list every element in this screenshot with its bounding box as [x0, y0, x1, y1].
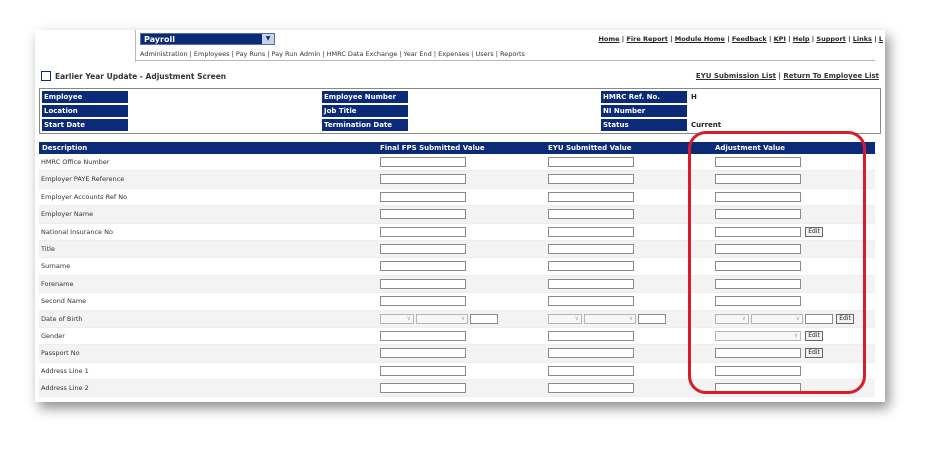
- module-select-value: Payroll: [144, 35, 175, 44]
- final-fps-input[interactable]: [380, 174, 466, 185]
- menu-item-users[interactable]: Users: [475, 50, 493, 58]
- return-to-employee-list-link[interactable]: Return To Employee List: [783, 72, 879, 80]
- dob-year-input[interactable]: [470, 313, 498, 324]
- header-eyu-submitted: EYU Submitted Value: [548, 144, 632, 152]
- title-links: EYU Submission List | Return To Employee…: [696, 72, 879, 80]
- header-final-fps: Final FPS Submitted Value: [380, 144, 485, 152]
- eyu-input[interactable]: [548, 330, 634, 341]
- main-menu: Administration | Employees | Pay Runs | …: [140, 50, 525, 58]
- dob-day-select[interactable]: ∨: [380, 313, 414, 324]
- row-label: Second Name: [41, 297, 87, 306]
- top-link-fire-report[interactable]: Fire Report: [626, 35, 667, 43]
- row-label: Passport No: [41, 349, 80, 358]
- final-fps-input[interactable]: [380, 296, 466, 307]
- dob-year-input[interactable]: [638, 313, 666, 324]
- chevron-down-icon: ∨: [574, 314, 579, 322]
- dob-month-select[interactable]: ∨: [416, 313, 468, 324]
- eyu-input[interactable]: [548, 209, 634, 220]
- final-fps-input[interactable]: [380, 348, 466, 359]
- menu-item-administration[interactable]: Administration: [140, 50, 188, 58]
- final-fps-input[interactable]: [380, 330, 466, 341]
- eyu-input[interactable]: [548, 191, 634, 202]
- eyu-input[interactable]: [548, 365, 634, 376]
- value-status: Current: [691, 121, 722, 129]
- dob-month-select[interactable]: ∨: [584, 313, 636, 324]
- label-status: Status: [601, 119, 687, 131]
- checkbox-icon[interactable]: [41, 71, 51, 81]
- row-label: Employer Accounts Ref No: [41, 192, 128, 201]
- row-label: National Insurance No: [41, 227, 113, 236]
- menu-item-reports[interactable]: Reports: [500, 50, 525, 58]
- page-title-text: Earlier Year Update - Adjustment Screen: [55, 72, 227, 81]
- eyu-input[interactable]: [548, 348, 634, 359]
- label-employee-number: Employee Number: [322, 91, 408, 103]
- menu-item-year-end[interactable]: Year End: [404, 50, 432, 58]
- top-link-truncated[interactable]: L: [879, 35, 883, 43]
- menu-item-expenses[interactable]: Expenses: [438, 50, 469, 58]
- final-fps-input[interactable]: [380, 243, 466, 254]
- eyu-input[interactable]: [548, 383, 634, 394]
- eyu-input[interactable]: [548, 157, 634, 167]
- menu-item-employees[interactable]: Employees: [194, 50, 230, 58]
- top-link-module-home[interactable]: Module Home: [675, 35, 725, 43]
- label-termination-date: Termination Date: [322, 119, 408, 131]
- final-fps-input[interactable]: [380, 226, 466, 237]
- final-fps-input[interactable]: [380, 383, 466, 394]
- label-ni-number: NI Number: [601, 105, 687, 117]
- label-start-date: Start Date: [42, 119, 128, 131]
- row-label: Address Line 2: [41, 384, 89, 393]
- adjustment-column-highlight: [688, 131, 866, 394]
- page-title: Earlier Year Update - Adjustment Screen: [41, 71, 226, 81]
- label-job-title: Job Title: [322, 105, 408, 117]
- final-fps-input[interactable]: [380, 209, 466, 220]
- menu-divider: [135, 60, 875, 61]
- menu-item-pay-run-admin[interactable]: Pay Run Admin: [272, 50, 321, 58]
- top-link-feedback[interactable]: Feedback: [732, 35, 767, 43]
- eyu-submission-list-link[interactable]: EYU Submission List: [696, 72, 776, 80]
- module-select[interactable]: Payroll ▼: [140, 33, 275, 45]
- chevron-down-icon: ∨: [406, 314, 411, 322]
- row-label: Employer PAYE Reference: [41, 175, 125, 184]
- header-divider: [135, 30, 136, 62]
- value-hmrc-ref: H: [691, 93, 697, 101]
- eyu-input[interactable]: [548, 296, 634, 307]
- top-link-links[interactable]: Links: [853, 35, 872, 43]
- employee-info-panel: Employee Location Start Date Employee Nu…: [39, 88, 881, 134]
- row-label: Gender: [41, 331, 65, 340]
- row-label: Date of Birth: [41, 314, 83, 323]
- row-label: Forename: [41, 279, 74, 288]
- final-fps-input[interactable]: [380, 261, 466, 272]
- final-fps-input[interactable]: [380, 365, 466, 376]
- dob-day-select[interactable]: ∨: [548, 313, 582, 324]
- chevron-down-icon[interactable]: ▼: [262, 34, 274, 44]
- eyu-input[interactable]: [548, 261, 634, 272]
- menu-item-hmrc-data-exchange[interactable]: HMRC Data Exchange: [327, 50, 398, 58]
- eyu-input[interactable]: [548, 226, 634, 237]
- eyu-input[interactable]: [548, 174, 634, 185]
- row-label: Surname: [41, 262, 71, 271]
- label-location: Location: [42, 105, 128, 117]
- chevron-down-icon: ∨: [460, 314, 465, 322]
- title-link-separator: |: [778, 72, 781, 80]
- top-link-support[interactable]: Support: [816, 35, 845, 43]
- label-hmrc-ref: HMRC Ref. No.: [601, 91, 687, 103]
- final-fps-input[interactable]: [380, 278, 466, 289]
- row-label: Employer Name: [41, 210, 94, 219]
- row-label: HMRC Office Number: [41, 158, 110, 166]
- row-label: Title: [41, 244, 55, 253]
- chevron-down-icon: ∨: [628, 314, 633, 322]
- top-links: Home | Fire Report | Module Home | Feedb…: [598, 35, 883, 43]
- label-employee: Employee: [42, 91, 128, 103]
- final-fps-input[interactable]: [380, 157, 466, 167]
- top-link-help[interactable]: Help: [793, 35, 810, 43]
- header-description: Description: [42, 144, 88, 152]
- row-label: Address Line 1: [41, 366, 89, 375]
- top-link-home[interactable]: Home: [598, 35, 619, 43]
- final-fps-input[interactable]: [380, 191, 466, 202]
- menu-item-pay-runs[interactable]: Pay Runs: [236, 50, 265, 58]
- top-link-kpi[interactable]: KPI: [774, 35, 786, 43]
- eyu-input[interactable]: [548, 278, 634, 289]
- eyu-input[interactable]: [548, 243, 634, 254]
